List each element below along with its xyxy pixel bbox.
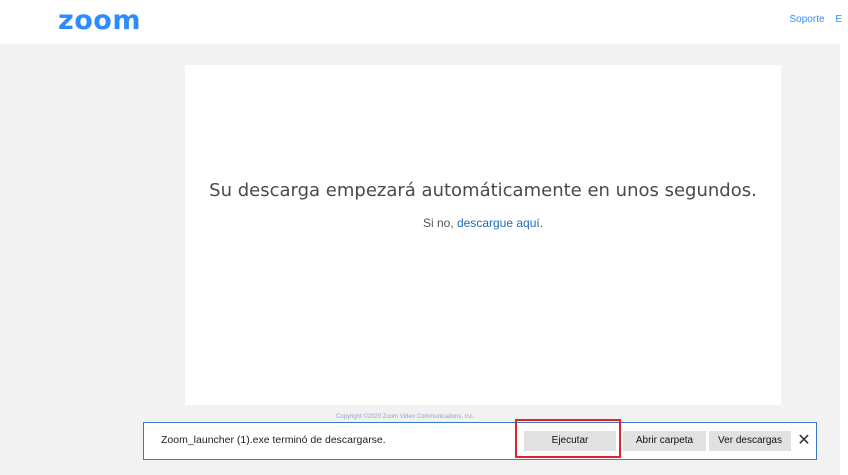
top-nav-links: Soporte E [782, 14, 842, 25]
download-complete-message: Zoom_launcher (1).exe terminó de descarg… [161, 434, 386, 446]
download-card: Su descarga empezará automáticamente en … [185, 65, 781, 405]
run-button[interactable]: Ejecutar [524, 431, 616, 451]
page-right-edge [840, 44, 848, 475]
download-fallback-text: Si no, descargue aquí. [185, 216, 781, 230]
view-downloads-button[interactable]: Ver descargas [709, 431, 791, 451]
fallback-prefix: Si no, [422, 216, 457, 230]
download-here-link[interactable]: descargue aquí [457, 216, 540, 230]
close-icon[interactable]: ✕ [796, 431, 812, 451]
nav-link-truncated[interactable]: E [835, 14, 842, 25]
copyright-text: Copyright ©2020 Zoom Video Communication… [336, 414, 475, 420]
zoom-logo[interactable]: zoom [58, 5, 141, 36]
download-notification-bar: Zoom_launcher (1).exe terminó de descarg… [143, 422, 817, 460]
download-message: Su descarga empezará automáticamente en … [209, 180, 757, 201]
fallback-suffix: . [539, 216, 544, 230]
open-folder-button[interactable]: Abrir carpeta [623, 431, 706, 451]
nav-link-support[interactable]: Soporte [790, 14, 825, 25]
top-navigation-bar: zoom Soporte E [0, 0, 848, 44]
